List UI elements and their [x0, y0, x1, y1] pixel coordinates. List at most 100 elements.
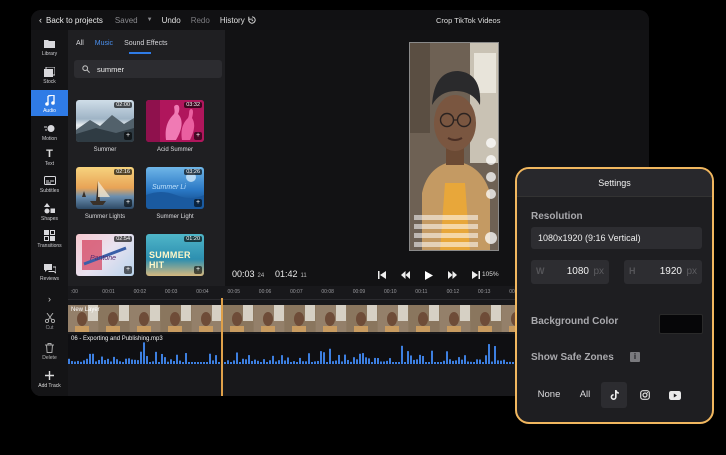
zoom-level[interactable]: 105% — [482, 271, 499, 278]
safe-zone-none[interactable]: None — [531, 382, 567, 408]
cut-button[interactable]: Cut — [31, 312, 68, 331]
info-icon[interactable]: i — [630, 352, 640, 362]
tool-label: Cut — [45, 325, 54, 331]
width-field[interactable]: W 1080 px — [531, 260, 609, 284]
waveform-bar — [464, 355, 466, 364]
waveform-bar — [140, 351, 142, 364]
playhead[interactable] — [221, 298, 223, 396]
filmstrip-frame — [99, 305, 129, 332]
ruler-tick-label: 00:06 — [258, 289, 272, 295]
waveform-bar — [134, 359, 136, 364]
search-input[interactable]: summer — [74, 60, 222, 78]
waveform-bar — [182, 362, 184, 364]
text-icon: T — [46, 147, 53, 160]
tab-music[interactable]: Music — [95, 40, 113, 47]
safe-zone-all[interactable]: All — [571, 382, 599, 408]
add-icon[interactable]: + — [124, 132, 132, 140]
rewind-icon[interactable] — [400, 270, 410, 280]
waveform-bar — [200, 362, 202, 364]
height-field[interactable]: H 1920 px — [624, 260, 702, 284]
music-card-summer[interactable]: 02:00 + Summer — [76, 100, 134, 153]
waveform-bar — [347, 359, 349, 364]
waveform-bar — [446, 351, 448, 364]
add-icon[interactable]: + — [124, 199, 132, 207]
waveform-bar — [113, 356, 115, 364]
play-icon[interactable] — [424, 270, 434, 280]
waveform-bar — [77, 360, 79, 364]
waveform-bar — [179, 360, 181, 364]
sidebar-item-motion[interactable]: Motion — [31, 123, 68, 142]
project-title[interactable]: Crop TikTok Videos — [436, 16, 500, 25]
undo-button[interactable]: Undo — [162, 16, 181, 25]
resolution-select[interactable]: 1080x1920 (9:16 Vertical) — [531, 227, 702, 249]
waveform-bar — [293, 361, 295, 364]
waveform-bar — [404, 362, 406, 364]
add-icon[interactable]: + — [194, 266, 202, 274]
sidebar-item-reviews[interactable]: Reviews — [31, 263, 68, 282]
back-label: Back to projects — [46, 15, 103, 25]
waveform-bar — [323, 352, 325, 364]
duration-badge: 02:54 — [114, 236, 132, 242]
folder-icon — [44, 38, 56, 49]
music-card-title: Summer Light — [156, 214, 194, 220]
waveform-bar — [449, 359, 451, 364]
redo-button[interactable]: Redo — [191, 16, 210, 25]
back-to-projects-button[interactable]: ‹ Back to projects — [39, 15, 103, 25]
search-value: summer — [97, 64, 125, 74]
video-track-label: New Layer — [71, 307, 100, 313]
background-color-swatch[interactable] — [659, 314, 703, 334]
waveform-bar — [131, 359, 133, 364]
history-button[interactable]: History — [220, 16, 256, 25]
music-card-acid-summer[interactable]: 03:32 + Acid Summer — [146, 100, 204, 153]
sidebar-item-library[interactable]: Library — [31, 38, 68, 57]
sidebar-item-transitions[interactable]: Transitions — [31, 230, 68, 249]
add-icon[interactable]: + — [194, 199, 202, 207]
video-preview[interactable] — [409, 42, 499, 251]
safe-zone-tiktok[interactable] — [601, 382, 627, 408]
sidebar-item-shapes[interactable]: Shapes — [31, 203, 68, 222]
waveform-bar — [170, 359, 172, 364]
music-card-summer-light[interactable]: Summer Li 03:26 + Summer Light — [146, 167, 204, 220]
waveform-bar — [350, 361, 352, 364]
add-icon[interactable]: + — [124, 266, 132, 274]
sidebar-item-label: Library — [41, 51, 58, 57]
sidebar-item-subtitles[interactable]: Subtitles — [31, 175, 68, 194]
waveform-bar — [413, 359, 415, 364]
waveform-bar — [332, 361, 334, 364]
waveform-bar — [422, 355, 424, 364]
music-thumbnail: 03:32 + — [146, 100, 204, 142]
filmstrip-frame — [347, 305, 377, 332]
ruler-tick-label: 00:01 — [102, 289, 115, 295]
sidebar-item-text[interactable]: T Text — [31, 147, 68, 168]
waveform-bar — [275, 361, 277, 364]
waveform-bar — [254, 359, 256, 364]
add-icon[interactable]: + — [194, 132, 202, 140]
chevron-right-icon[interactable]: › — [31, 294, 68, 304]
skip-to-end-icon[interactable] — [471, 270, 481, 280]
tool-label: Add Track — [38, 383, 61, 389]
skip-to-start-icon[interactable] — [377, 270, 387, 280]
width-value: 1080 — [566, 266, 589, 277]
music-card[interactable]: Pantone 02:54 + — [76, 234, 134, 276]
chevron-down-icon[interactable]: ▼ — [147, 17, 153, 23]
music-card[interactable]: SUMMER HIT 01:20 + — [146, 234, 204, 276]
sidebar-item-stock[interactable]: Stock — [31, 66, 68, 85]
waveform-bar — [236, 352, 238, 364]
tab-sound-effects[interactable]: Sound Effects — [124, 40, 167, 47]
tab-all[interactable]: All — [76, 40, 84, 47]
music-card-summer-lights[interactable]: 02:16 + Summer Lights — [76, 167, 134, 220]
waveform-bar — [341, 361, 343, 364]
waveform-bar — [437, 362, 439, 364]
add-track-button[interactable]: Add Track — [31, 370, 68, 389]
sidebar-item-audio[interactable]: Audio — [31, 90, 68, 116]
delete-button[interactable]: Delete — [31, 342, 68, 361]
search-icon — [82, 65, 90, 73]
waveform-bar — [233, 360, 235, 364]
safe-zone-instagram[interactable] — [633, 382, 657, 408]
waveform-bar — [164, 357, 166, 364]
waveform-bar — [110, 361, 112, 364]
media-panel: All Music Sound Effects summer 02:00 + S… — [68, 30, 225, 300]
fast-forward-icon[interactable] — [447, 270, 457, 280]
safe-zone-youtube[interactable] — [663, 382, 687, 408]
subtitles-icon — [43, 175, 56, 186]
